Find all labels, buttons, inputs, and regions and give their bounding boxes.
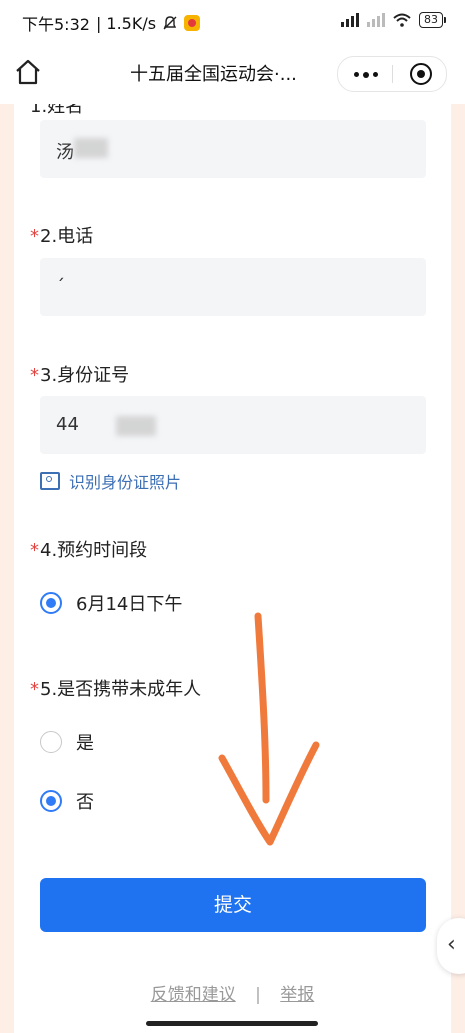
- id-card-icon: [40, 472, 60, 490]
- redaction-blur: [116, 416, 156, 436]
- minor-option-yes-label: 是: [76, 733, 94, 754]
- home-indicator[interactable]: [146, 1021, 318, 1026]
- status-bar: 下午5:32 | 1.5K/s 83: [0, 0, 465, 42]
- timeslot-option[interactable]: 6月14日下午: [40, 590, 182, 616]
- form-card: 1.姓名 汤 *2.电话 ´ *3.身份证号 44 识别身份证照片 *4.预约时…: [14, 104, 451, 1033]
- status-time: 下午5:32: [22, 15, 90, 34]
- weibo-app-icon: [184, 15, 201, 31]
- id-number-value: 44: [56, 414, 79, 435]
- status-left: 下午5:32 | 1.5K/s: [22, 11, 201, 35]
- nav-bar: 十五届全国运动会·...: [0, 42, 465, 104]
- q1-label: 1.姓名: [30, 104, 84, 117]
- name-value: 汤: [56, 142, 74, 163]
- footer-links: 反馈和建议 | 举报: [14, 980, 451, 1005]
- scan-id-label: 识别身份证照片: [69, 473, 182, 492]
- name-input[interactable]: 汤: [40, 120, 426, 178]
- q3-label: *3.身份证号: [30, 365, 130, 386]
- minor-option-no[interactable]: 否: [40, 788, 94, 814]
- network-speed: | 1.5K/s: [95, 13, 157, 33]
- wifi-icon: [393, 13, 411, 27]
- home-icon[interactable]: [14, 58, 42, 86]
- close-target-icon[interactable]: [410, 63, 432, 85]
- q5-label: *5.是否携带未成年人: [30, 679, 202, 700]
- id-number-input[interactable]: 44: [40, 396, 426, 454]
- signal-secondary-icon: [367, 13, 385, 27]
- capsule-divider: [392, 65, 393, 83]
- signal-icon: [341, 13, 359, 27]
- footer-divider: |: [255, 985, 261, 1005]
- radio-checked-icon[interactable]: [40, 592, 62, 614]
- chevron-left-icon: ‹: [447, 932, 456, 957]
- feedback-link[interactable]: 反馈和建议: [151, 985, 236, 1005]
- side-collapse-tab[interactable]: ‹: [437, 918, 465, 974]
- radio-unchecked-icon[interactable]: [40, 731, 62, 753]
- q4-label: *4.预约时间段: [30, 540, 148, 561]
- miniprogram-capsule: [337, 56, 447, 92]
- timeslot-option-label: 6月14日下午: [76, 594, 183, 615]
- submit-button[interactable]: 提交: [40, 878, 426, 932]
- battery-icon: 83: [419, 12, 446, 28]
- redaction-blur: [74, 138, 108, 158]
- minor-option-yes[interactable]: 是: [40, 729, 94, 755]
- more-icon[interactable]: [354, 71, 378, 78]
- scan-id-link[interactable]: 识别身份证照片: [40, 469, 181, 493]
- phone-value: ´: [56, 276, 65, 297]
- status-right: 83: [341, 12, 446, 28]
- page-title: 十五届全国运动会·...: [130, 64, 297, 85]
- minor-option-no-label: 否: [76, 792, 94, 813]
- report-link[interactable]: 举报: [280, 985, 314, 1005]
- phone-input[interactable]: ´: [40, 258, 426, 316]
- bell-muted-icon: [163, 16, 177, 30]
- radio-checked-icon[interactable]: [40, 790, 62, 812]
- q2-label: *2.电话: [30, 226, 94, 247]
